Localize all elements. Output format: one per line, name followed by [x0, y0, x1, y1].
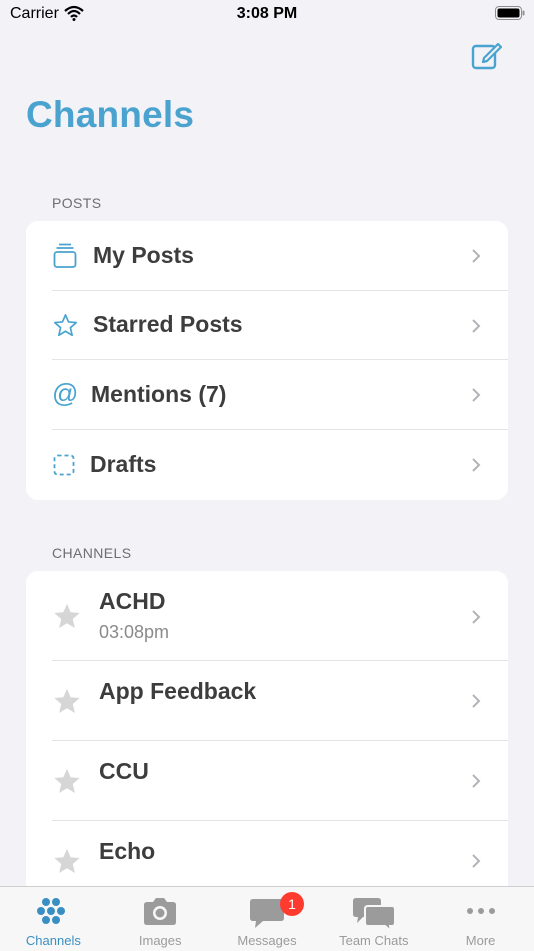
drafts-label: Drafts	[90, 451, 157, 477]
messages-badge: 1	[280, 892, 304, 916]
channel-name: Echo	[99, 838, 156, 864]
starred-posts-label: Starred Posts	[93, 311, 243, 337]
mentions-label: Mentions (7)	[91, 381, 227, 407]
at-sign-icon: @	[52, 378, 79, 408]
chevron-right-icon	[472, 610, 481, 624]
channel-row[interactable]: CCU	[26, 741, 508, 821]
chevron-right-icon	[472, 458, 481, 472]
battery-icon	[495, 6, 525, 20]
star-filled-icon[interactable]	[52, 602, 82, 631]
ellipsis-icon	[466, 908, 495, 914]
page-title: Channels	[26, 94, 195, 135]
channels-card: ACHD 03:08pm App Feedback CCU Echo	[26, 571, 508, 901]
camera-icon	[144, 898, 177, 925]
posts-card: My Posts Starred Posts @ Mentions (7) Dr…	[26, 221, 508, 500]
chevron-right-icon	[472, 774, 481, 788]
my-posts-label: My Posts	[93, 242, 194, 268]
chevron-right-icon	[472, 388, 481, 402]
tab-messages[interactable]: Messages	[214, 887, 321, 951]
chevron-right-icon	[472, 249, 481, 263]
chevron-right-icon	[472, 319, 481, 333]
starred-posts-row[interactable]: Starred Posts	[26, 291, 508, 360]
tab-label: Channels	[25, 933, 81, 948]
stack-icon	[53, 243, 77, 268]
chevron-right-icon	[472, 854, 481, 868]
dots-grid-icon	[37, 898, 66, 924]
my-posts-row[interactable]: My Posts	[26, 221, 508, 291]
tab-label: Messages	[237, 933, 297, 948]
channel-row[interactable]: ACHD 03:08pm	[26, 571, 508, 661]
channel-name: App Feedback	[99, 678, 257, 704]
posts-section-header: POSTS	[52, 195, 102, 211]
tab-images[interactable]: Images	[107, 887, 214, 951]
status-time: 3:08 PM	[236, 5, 298, 22]
tab-more[interactable]: More	[427, 887, 534, 951]
channel-name: ACHD	[99, 588, 166, 614]
channel-row[interactable]: App Feedback	[26, 661, 508, 741]
star-filled-icon[interactable]	[52, 847, 82, 876]
dashed-square-icon	[53, 454, 75, 476]
drafts-row[interactable]: Drafts	[26, 430, 508, 500]
channels-section-header: CHANNELS	[52, 545, 132, 561]
star-filled-icon[interactable]	[52, 687, 82, 716]
tab-label: More	[465, 933, 496, 948]
chevron-right-icon	[472, 694, 481, 708]
tab-label: Images	[138, 933, 182, 948]
tab-channels[interactable]: Channels	[0, 887, 107, 951]
tab-bar: Channels Images Messages Team Chats More	[0, 886, 534, 951]
tab-label: Team Chats	[339, 933, 409, 948]
tab-team-chats[interactable]: Team Chats	[320, 887, 427, 951]
compose-button[interactable]	[470, 40, 502, 72]
mentions-row[interactable]: @ Mentions (7)	[26, 360, 508, 430]
double-chat-icon	[352, 898, 396, 931]
star-filled-icon[interactable]	[52, 767, 82, 796]
status-bar: Carrier 3:08 PM	[0, 0, 534, 30]
channel-name: CCU	[99, 758, 149, 784]
star-outline-icon	[53, 314, 78, 337]
channel-time: 03:08pm	[99, 622, 170, 642]
